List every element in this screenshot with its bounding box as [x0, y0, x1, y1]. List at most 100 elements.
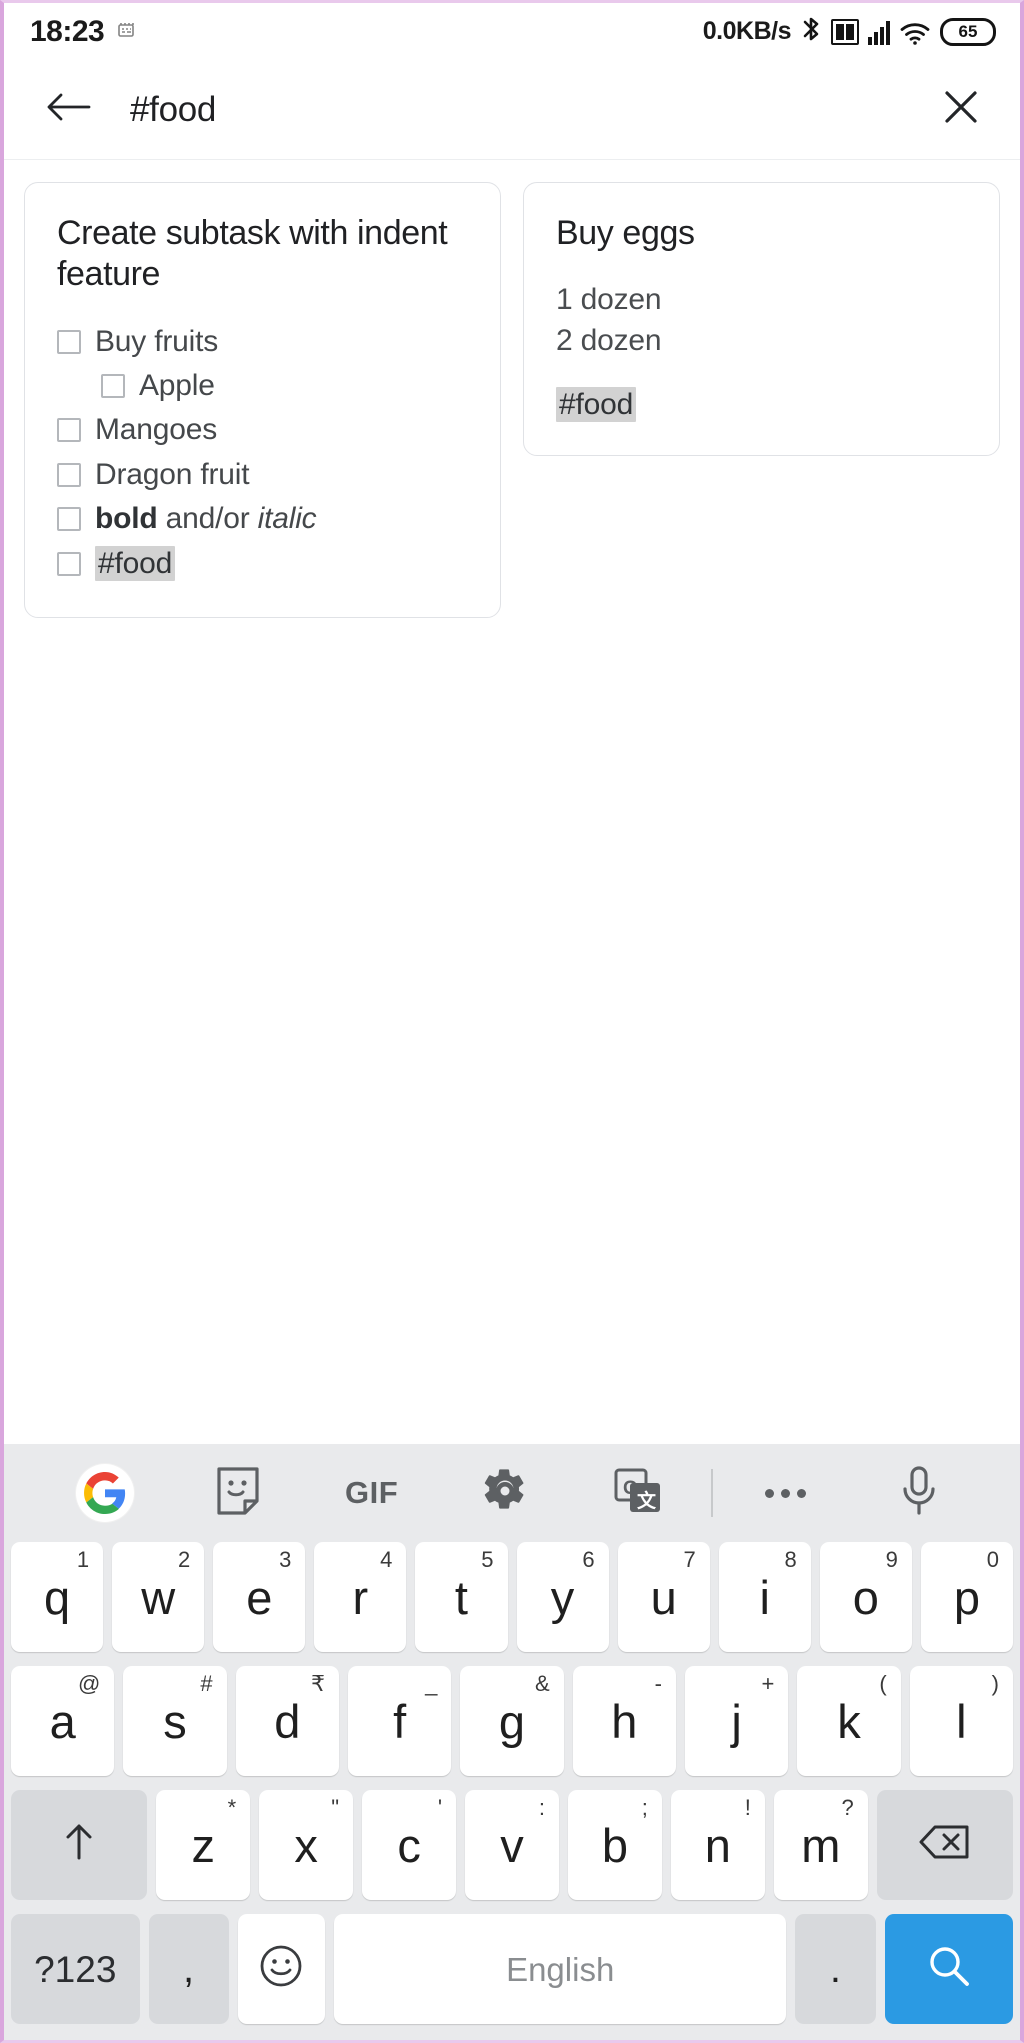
keyboard-row-4: ?123 , English . — [4, 1914, 1020, 2024]
backspace-icon — [918, 1822, 972, 1869]
key-secondary-label: 0 — [986, 1547, 999, 1572]
checklist-item[interactable]: bold and/or italic — [57, 498, 472, 539]
checkbox-icon[interactable] — [101, 373, 125, 398]
backspace-key[interactable] — [876, 1790, 1013, 1900]
key-secondary-label: 1 — [76, 1547, 90, 1572]
key-primary-label: b — [601, 1818, 628, 1872]
checkbox-icon[interactable] — [57, 462, 81, 487]
key-y[interactable]: 6y — [516, 1542, 609, 1652]
comma-key[interactable]: , — [148, 1914, 229, 2024]
key-primary-label: n — [704, 1818, 731, 1872]
key-secondary-label: 8 — [784, 1547, 797, 1572]
checkbox-icon[interactable] — [57, 329, 81, 354]
sticker-button[interactable] — [171, 1457, 304, 1529]
key-v[interactable]: :v — [465, 1790, 559, 1900]
key-m[interactable]: ? m — [773, 1790, 868, 1900]
key-k[interactable]: (k — [797, 1666, 901, 1776]
space-key[interactable]: English — [334, 1914, 787, 2024]
gear-icon — [480, 1466, 530, 1521]
italic-text: italic — [257, 502, 317, 536]
key-secondary-label: ' — [437, 1795, 443, 1820]
key-primary-label: v — [500, 1818, 524, 1872]
svg-text:文: 文 — [637, 1489, 657, 1512]
numbers-symbols-key[interactable]: ?123 — [11, 1914, 140, 2024]
checklist-item[interactable]: Mangoes — [57, 409, 472, 450]
key-j[interactable]: + j — [684, 1666, 789, 1776]
key-f[interactable]: _ f — [348, 1666, 452, 1776]
key-x[interactable]: " x — [259, 1790, 354, 1900]
keyboard-settings-button[interactable] — [438, 1457, 571, 1529]
phone-screen: 18:23 0.0KB/s 65 #food Create subtask wi… — [0, 0, 1024, 2043]
search-bar: #food — [4, 60, 1020, 160]
gif-button[interactable]: GIF — [305, 1457, 438, 1529]
key-secondary-label: 5 — [481, 1547, 494, 1572]
note-card[interactable]: Create subtask with indent feature Buy f… — [24, 182, 501, 618]
shift-key[interactable] — [11, 1790, 148, 1900]
microphone-icon — [900, 1465, 938, 1522]
clear-search-button[interactable] — [934, 83, 988, 137]
more-options-button[interactable] — [719, 1457, 852, 1529]
key-i[interactable]: 8i — [718, 1542, 811, 1652]
back-button[interactable] — [40, 82, 96, 138]
checklist-item[interactable]: Apple — [57, 365, 472, 406]
key-secondary-label: ? — [841, 1795, 854, 1820]
key-s[interactable]: # s — [123, 1666, 227, 1776]
key-b[interactable]: ; b — [567, 1790, 662, 1900]
svg-text:G: G — [623, 1478, 638, 1499]
key-primary-label: r — [352, 1570, 369, 1624]
key-c[interactable]: ' c — [362, 1790, 457, 1900]
note-card[interactable]: Buy eggs 1 dozen 2 dozen #food — [523, 182, 1000, 456]
key-secondary-label: 3 — [279, 1547, 292, 1572]
bold-text: bold — [95, 502, 158, 536]
key-h[interactable]: -h — [572, 1666, 676, 1776]
status-bar-right: 0.0KB/s 65 — [703, 14, 996, 49]
search-enter-key[interactable] — [884, 1914, 1013, 2024]
key-secondary-label: ; — [641, 1795, 648, 1820]
key-primary-label: w — [141, 1570, 176, 1624]
key-l[interactable]: ) l — [909, 1666, 1013, 1776]
key-u[interactable]: 7u — [617, 1542, 710, 1652]
key-d[interactable]: ₹ d — [235, 1666, 339, 1776]
battery-indicator: 65 — [940, 17, 996, 46]
key-z[interactable]: * z — [156, 1790, 251, 1900]
keyboard-toolbar: GIF G 文 — [4, 1444, 1020, 1542]
close-icon — [940, 86, 982, 133]
key-secondary-label: 6 — [582, 1547, 595, 1572]
google-search-button[interactable] — [38, 1457, 171, 1529]
checklist-item[interactable]: Buy fruits — [57, 321, 472, 362]
note-body-line: 1 dozen — [556, 282, 662, 316]
key-n[interactable]: ! n — [670, 1790, 765, 1900]
key-primary-label: k — [837, 1694, 861, 1748]
shift-arrow-icon — [61, 1822, 97, 1869]
signal-bars-icon — [868, 19, 890, 45]
key-a[interactable]: @ a — [11, 1666, 115, 1776]
alarm-icon — [116, 20, 136, 43]
checklist-item-label: Buy fruits — [95, 324, 219, 358]
toolbar-divider — [711, 1469, 714, 1517]
key-t[interactable]: 5t — [415, 1542, 508, 1652]
key-primary-label: m — [801, 1818, 841, 1872]
key-e[interactable]: 3e — [213, 1542, 306, 1652]
key-secondary-label: ) — [991, 1671, 999, 1696]
key-primary-label: t — [454, 1570, 468, 1624]
wifi-icon — [899, 20, 931, 45]
voice-input-button[interactable] — [853, 1457, 986, 1529]
checkbox-icon[interactable] — [57, 507, 81, 532]
translate-button[interactable]: G 文 — [572, 1457, 705, 1529]
key-w[interactable]: 2w — [112, 1542, 205, 1652]
key-o[interactable]: 9o — [819, 1542, 912, 1652]
key-primary-label: f — [393, 1694, 407, 1748]
status-bar: 18:23 0.0KB/s 65 — [4, 3, 1020, 60]
checklist-item[interactable]: #food — [57, 543, 472, 584]
checklist-item[interactable]: Dragon fruit — [57, 454, 472, 495]
checkbox-icon[interactable] — [57, 551, 81, 576]
key-p[interactable]: 0p — [920, 1542, 1013, 1652]
back-arrow-icon — [45, 89, 91, 130]
key-q[interactable]: 1q — [11, 1542, 104, 1652]
period-key[interactable]: . — [795, 1914, 876, 2024]
key-r[interactable]: 4r — [314, 1542, 407, 1652]
emoji-key[interactable] — [237, 1914, 326, 2024]
key-g[interactable]: & g — [460, 1666, 564, 1776]
checkbox-icon[interactable] — [57, 418, 81, 443]
search-input[interactable]: #food — [130, 90, 934, 130]
